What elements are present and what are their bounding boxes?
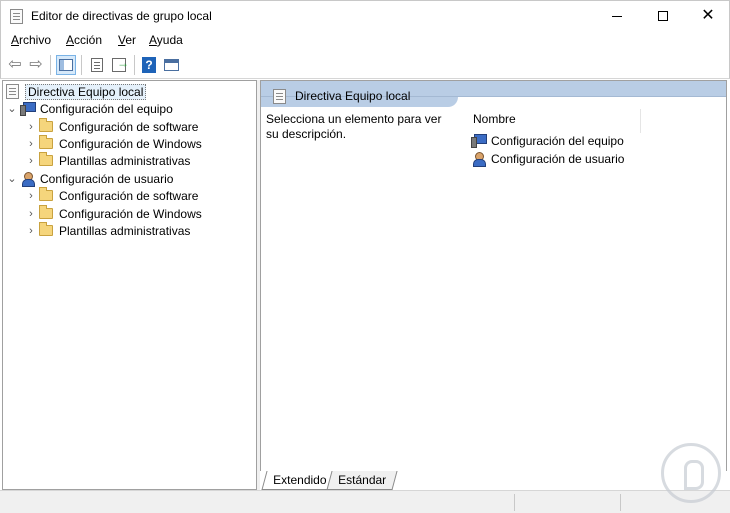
menu-ayuda[interactable]: Ayuda bbox=[149, 33, 183, 47]
tree-item-label: Configuración de Windows bbox=[59, 136, 202, 151]
tree-item-label: Configuración de Windows bbox=[59, 206, 202, 221]
menu-accion-mnemonic: A bbox=[66, 33, 75, 47]
details-header-curve bbox=[458, 97, 726, 107]
policy-document-icon bbox=[6, 84, 19, 99]
toolbar-separator bbox=[50, 55, 51, 75]
details-header-title: Directiva Equipo local bbox=[295, 89, 411, 103]
description-text: Selecciona un elemento para ver su descr… bbox=[266, 112, 442, 141]
watermark-logo bbox=[661, 443, 721, 503]
tab-standard[interactable]: Estándar bbox=[326, 471, 398, 490]
maximize-button[interactable] bbox=[640, 1, 686, 31]
menu-archivo-mnemonic: A bbox=[11, 33, 20, 47]
folder-icon bbox=[39, 187, 53, 201]
export-list-icon bbox=[112, 56, 129, 72]
forward-arrow-icon: ⇨ bbox=[29, 56, 43, 73]
tree-item-computer-config[interactable]: ⌄ Configuración del equipo bbox=[6, 100, 173, 117]
tree-item-user-windows[interactable]: › Configuración de Windows bbox=[25, 205, 202, 222]
menu-accion-rest: cción bbox=[74, 33, 103, 47]
window-title: Editor de directivas de grupo local bbox=[31, 9, 212, 23]
toolbar: ⇦ ⇨ ? bbox=[0, 51, 730, 79]
close-button[interactable]: ✕ bbox=[685, 1, 730, 31]
tree-item-label: Plantillas administrativas bbox=[59, 153, 191, 168]
help-button[interactable]: ? bbox=[139, 55, 159, 75]
column-header-nombre[interactable]: Nombre bbox=[465, 109, 641, 133]
expanded-chevron-icon[interactable]: ⌄ bbox=[6, 102, 18, 115]
tree-item-label: Configuración de usuario bbox=[40, 171, 174, 186]
menu-bar: Archivo Acción Ver Ayuda bbox=[0, 30, 730, 51]
tree-item-root[interactable]: Directiva Equipo local bbox=[6, 83, 147, 100]
list-item-label: Configuración del equipo bbox=[491, 133, 624, 148]
forward-button[interactable]: ⇨ bbox=[26, 55, 46, 75]
status-divider bbox=[620, 494, 621, 511]
list-item-label: Configuración de usuario bbox=[491, 151, 625, 166]
show-hide-tree-button[interactable] bbox=[56, 55, 76, 75]
properties-icon bbox=[91, 58, 103, 72]
help-icon: ? bbox=[142, 57, 156, 73]
toolbar-separator bbox=[81, 55, 82, 75]
folder-icon bbox=[39, 118, 53, 132]
tree-item-label: Configuración de software bbox=[59, 188, 199, 203]
export-list-button[interactable] bbox=[109, 55, 129, 75]
tree-item-computer-templates[interactable]: › Plantillas administrativas bbox=[25, 152, 190, 169]
tree-item-label: Configuración del equipo bbox=[40, 101, 173, 116]
title-bar: Editor de directivas de grupo local ✕ bbox=[0, 0, 730, 30]
menu-ayuda-mnemonic: A bbox=[149, 33, 157, 47]
view-button[interactable] bbox=[161, 55, 181, 75]
console-tree: Directiva Equipo local ⌄ Configuración d… bbox=[2, 80, 257, 490]
folder-icon bbox=[39, 135, 53, 149]
toolbar-separator bbox=[134, 55, 135, 75]
tab-extended-label: Extendido bbox=[273, 473, 327, 487]
collapsed-chevron-icon[interactable]: › bbox=[25, 138, 37, 150]
collapsed-chevron-icon[interactable]: › bbox=[25, 225, 37, 237]
user-icon bbox=[471, 151, 486, 167]
close-icon: ✕ bbox=[701, 7, 715, 24]
policy-document-icon bbox=[273, 89, 286, 104]
minimize-icon bbox=[612, 15, 622, 17]
tree-item-label: Configuración de software bbox=[59, 119, 199, 134]
computer-icon bbox=[471, 134, 487, 148]
collapsed-chevron-icon[interactable]: › bbox=[25, 208, 37, 220]
menu-archivo-rest: rchivo bbox=[19, 33, 52, 47]
expanded-chevron-icon[interactable]: ⌄ bbox=[6, 172, 18, 185]
tree-root-label: Directiva Equipo local bbox=[25, 83, 147, 100]
menu-ayuda-rest: yuda bbox=[156, 33, 183, 47]
maximize-icon bbox=[658, 11, 668, 21]
list-item-user-config[interactable]: Configuración de usuario bbox=[471, 150, 624, 167]
menu-archivo[interactable]: Archivo bbox=[11, 33, 51, 47]
status-divider bbox=[514, 494, 515, 511]
tab-extended[interactable]: Extendido bbox=[261, 471, 337, 490]
status-bar bbox=[0, 490, 730, 513]
tree-item-label: Plantillas administrativas bbox=[59, 223, 191, 238]
tree-item-computer-windows[interactable]: › Configuración de Windows bbox=[25, 135, 202, 152]
details-pane: Directiva Equipo local Selecciona un ele… bbox=[260, 80, 727, 490]
collapsed-chevron-icon[interactable]: › bbox=[25, 190, 37, 202]
view-icon bbox=[163, 59, 179, 71]
folder-icon bbox=[39, 152, 53, 166]
menu-ver[interactable]: Ver bbox=[118, 33, 136, 47]
tree-item-user-templates[interactable]: › Plantillas administrativas bbox=[25, 222, 190, 239]
tab-standard-label: Estándar bbox=[338, 473, 387, 487]
view-tabs: Extendido Estándar bbox=[260, 471, 727, 490]
tree-item-computer-software[interactable]: › Configuración de software bbox=[25, 118, 198, 135]
tree-item-user-config[interactable]: ⌄ Configuración de usuario bbox=[6, 170, 173, 187]
back-button[interactable]: ⇦ bbox=[5, 55, 25, 75]
collapsed-chevron-icon[interactable]: › bbox=[25, 155, 37, 167]
menu-accion[interactable]: Acción bbox=[66, 33, 102, 47]
menu-ver-rest: er bbox=[125, 33, 137, 47]
minimize-button[interactable] bbox=[594, 1, 640, 31]
console-tree-icon bbox=[59, 59, 73, 71]
tree-item-user-software[interactable]: › Configuración de software bbox=[25, 187, 198, 204]
policy-editor-app-icon bbox=[10, 9, 23, 24]
properties-button[interactable] bbox=[87, 55, 107, 75]
column-header-label: Nombre bbox=[473, 112, 516, 126]
back-arrow-icon: ⇦ bbox=[8, 56, 22, 73]
computer-icon bbox=[20, 102, 36, 116]
folder-icon bbox=[39, 205, 53, 219]
collapsed-chevron-icon[interactable]: › bbox=[25, 121, 37, 133]
list-item-computer-config[interactable]: Configuración del equipo bbox=[471, 132, 624, 149]
user-icon bbox=[20, 171, 35, 187]
folder-icon bbox=[39, 222, 53, 236]
